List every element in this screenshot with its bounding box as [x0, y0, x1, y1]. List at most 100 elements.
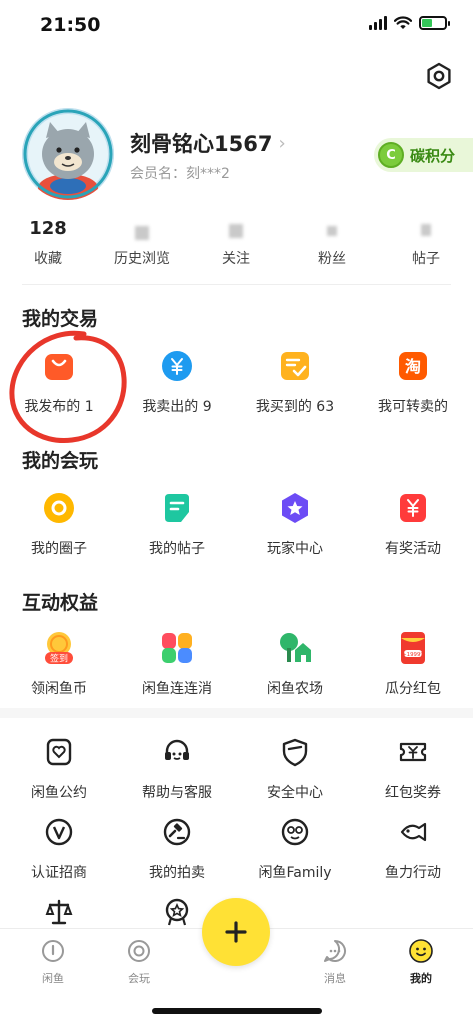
- play-label: 我的帖子: [149, 541, 205, 557]
- play-label: 有奖活动: [385, 541, 441, 557]
- divider: [22, 284, 451, 285]
- message-icon: [324, 940, 346, 962]
- wifi-icon: [394, 16, 412, 29]
- my-face-icon: [409, 939, 433, 963]
- tab-messages[interactable]: 消息: [300, 939, 370, 986]
- battery-icon: [419, 16, 450, 30]
- stat-value: [378, 218, 473, 242]
- member-id: 会员名：刻***2: [130, 166, 230, 182]
- svg-text:淘: 淘: [405, 357, 421, 376]
- avatar[interactable]: [22, 108, 114, 200]
- trade-label: 我可转卖的: [378, 399, 448, 415]
- tab-huiwan[interactable]: 会玩: [104, 939, 174, 986]
- medal-icon: [159, 894, 195, 930]
- settings-gear-icon[interactable]: [425, 62, 453, 90]
- services-row-2: 认证招商 我的拍卖 闲鱼Family 鱼力行动: [0, 814, 473, 894]
- post-icon: [159, 490, 195, 526]
- circle-ring-icon: [41, 490, 77, 526]
- sign-in-badge-text: 签到: [50, 653, 68, 665]
- tab-label: 会玩: [128, 972, 150, 985]
- service-label: 闲鱼公约: [31, 785, 87, 801]
- service-scale[interactable]: [0, 894, 118, 930]
- tab-mine[interactable]: 我的: [386, 939, 456, 986]
- sign-in-coin-icon: 签到: [41, 630, 77, 666]
- chevron-right-icon: ›: [278, 132, 286, 154]
- stat-history[interactable]: 历史浏览: [94, 218, 190, 268]
- play-row: 我的圈子 我的帖子 玩家中心 有奖活动: [0, 490, 473, 570]
- interact-red-packet[interactable]: +19999 瓜分红包: [354, 630, 472, 698]
- services-row-1: 闲鱼公约 帮助与客服 安全中心 红包奖券: [0, 734, 473, 814]
- service-label: 认证招商: [31, 865, 87, 881]
- service-security[interactable]: 安全中心: [236, 734, 354, 802]
- service-family[interactable]: 闲鱼Family: [236, 814, 354, 882]
- fish-heart-icon: [395, 814, 431, 850]
- published-bag-icon: [41, 348, 77, 384]
- trade-sold[interactable]: 我卖出的 9: [118, 348, 236, 416]
- avatar-image: [22, 108, 114, 200]
- status-time: 21:50: [40, 14, 101, 36]
- service-convention[interactable]: 闲鱼公约: [0, 734, 118, 802]
- trade-published[interactable]: 我发布的 1: [0, 348, 118, 416]
- service-verify[interactable]: 认证招商: [0, 814, 118, 882]
- service-label: 我的拍卖: [149, 865, 205, 881]
- status-icons: [369, 16, 450, 30]
- profile-stats: 128 收藏 历史浏览 关注 粉丝 帖子: [0, 218, 473, 274]
- tab-xianyu[interactable]: 闲鱼: [18, 939, 88, 986]
- red-packet-badge-text: +19999: [402, 652, 424, 658]
- play-player-center[interactable]: 玩家中心: [236, 490, 354, 558]
- stat-value: [188, 218, 284, 242]
- play-prize-activities[interactable]: 有奖活动: [354, 490, 472, 558]
- stat-value: [284, 218, 380, 242]
- interact-farm[interactable]: 闲鱼农场: [236, 630, 354, 698]
- interact-label: 领闲鱼币: [31, 681, 87, 697]
- service-label: 闲鱼Family: [258, 865, 332, 881]
- auction-hammer-icon: [159, 814, 195, 850]
- stat-favorites[interactable]: 128 收藏: [0, 218, 96, 268]
- tab-label: 闲鱼: [42, 972, 64, 985]
- service-label: 鱼力行动: [385, 865, 441, 881]
- publish-button[interactable]: [202, 898, 270, 966]
- section-gap: [0, 708, 473, 718]
- interact-match-game[interactable]: 闲鱼连连消: [118, 630, 236, 698]
- stat-label: 帖子: [412, 251, 440, 267]
- service-auction[interactable]: 我的拍卖: [118, 814, 236, 882]
- farm-tree-icon: [277, 630, 313, 666]
- home-fish-icon: [42, 940, 64, 962]
- play-circle-icon: [128, 940, 150, 962]
- taobao-icon: 淘: [395, 348, 431, 384]
- play-label: 我的圈子: [31, 541, 87, 557]
- interact-label: 瓜分红包: [385, 681, 441, 697]
- play-posts[interactable]: 我的帖子: [118, 490, 236, 558]
- interact-coins[interactable]: 签到 领闲鱼币: [0, 630, 118, 698]
- carbon-points-label: 碳积分: [410, 146, 456, 165]
- service-label: 安全中心: [267, 785, 323, 801]
- status-bar: 21:50: [0, 0, 473, 50]
- stat-posts[interactable]: 帖子: [378, 218, 473, 268]
- service-help[interactable]: 帮助与客服: [118, 734, 236, 802]
- interact-label: 闲鱼连连消: [142, 681, 212, 697]
- trade-label: 我卖出的 9: [142, 399, 212, 415]
- yuan-sold-icon: [159, 348, 195, 384]
- profile-name-text: 刻骨铭心1567: [130, 132, 273, 156]
- shield-icon: [277, 734, 313, 770]
- stat-label: 关注: [222, 251, 250, 267]
- stat-fans[interactable]: 粉丝: [284, 218, 380, 268]
- carbon-points-badge[interactable]: C 碳积分: [374, 138, 473, 172]
- play-circles[interactable]: 我的圈子: [0, 490, 118, 558]
- stat-following[interactable]: 关注: [188, 218, 284, 268]
- headset-icon: [159, 734, 195, 770]
- trade-label: 我买到的 63: [255, 399, 335, 415]
- service-fish-action[interactable]: 鱼力行动: [354, 814, 472, 882]
- profile-name[interactable]: 刻骨铭心1567 ›: [130, 128, 286, 158]
- tab-label: 我的: [410, 972, 432, 985]
- trade-resellable[interactable]: 淘 我可转卖的: [354, 348, 472, 416]
- convention-heart-icon: [41, 734, 77, 770]
- stat-label: 粉丝: [318, 251, 346, 267]
- ticket-yuan-icon: [395, 734, 431, 770]
- verify-v-icon: [41, 814, 77, 850]
- service-label: 帮助与客服: [142, 785, 212, 801]
- service-coupons[interactable]: 红包奖券: [354, 734, 472, 802]
- trade-bought[interactable]: 我买到的 63: [236, 348, 354, 416]
- stat-value: 128: [29, 218, 67, 239]
- section-title-trade: 我的交易: [22, 308, 99, 330]
